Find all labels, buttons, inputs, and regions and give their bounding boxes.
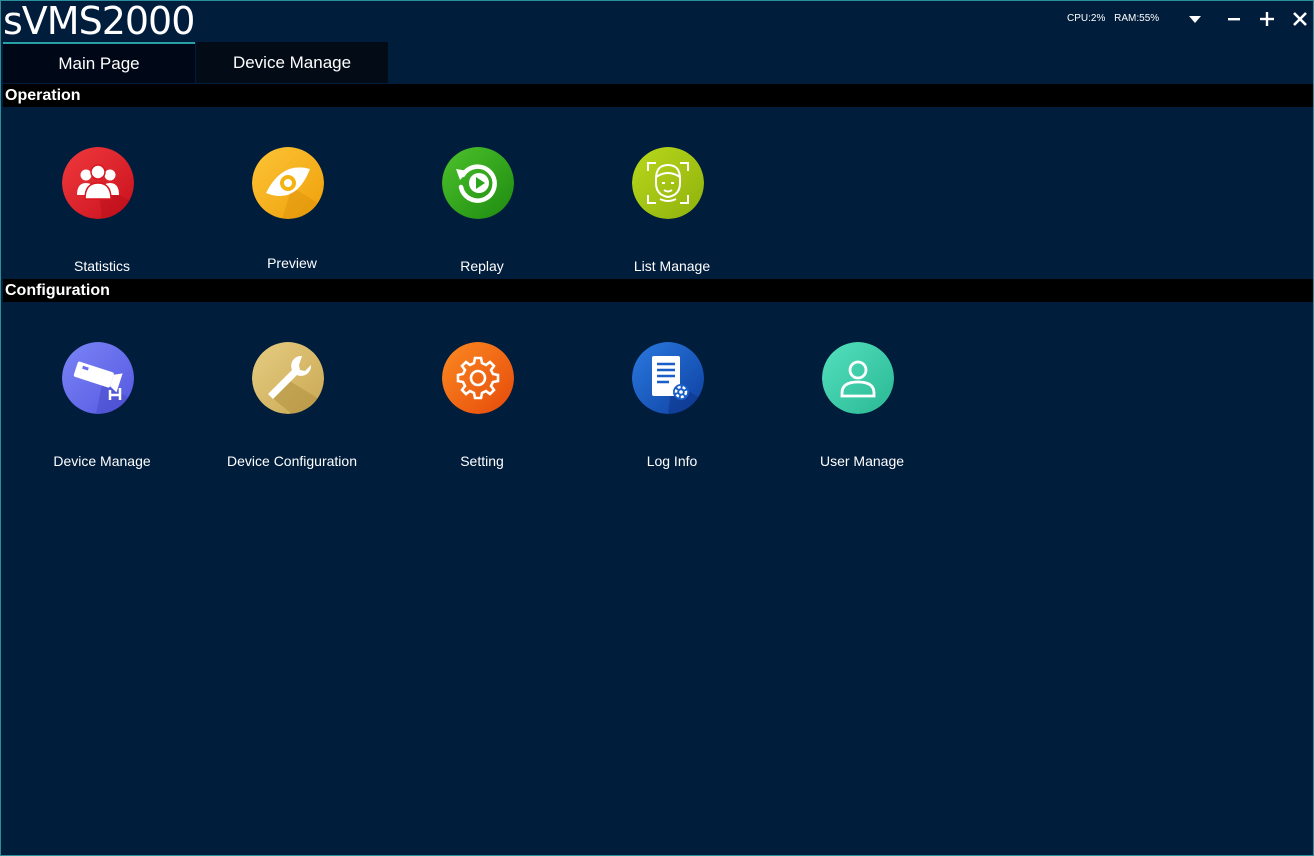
tile-label: Device Configuration — [227, 453, 357, 469]
tile-replay[interactable]: Replay — [387, 147, 567, 287]
close-button[interactable] — [1288, 7, 1312, 31]
section-header-operation: Operation — [3, 84, 1313, 107]
wrench-icon — [252, 342, 324, 414]
cpu-usage: CPU:2% — [1067, 13, 1106, 24]
replay-icon — [442, 147, 514, 219]
tab-bar: Main Page Device Manage — [3, 42, 1313, 83]
app-title: sVMS2000 — [3, 0, 195, 43]
tile-label: Device Manage — [53, 453, 151, 469]
tile-label: Log Info — [646, 453, 698, 469]
tile-setting[interactable]: Setting — [387, 342, 567, 482]
camera-icon — [62, 342, 134, 414]
user-icon — [822, 342, 894, 414]
tile-label: Statistics — [73, 258, 130, 274]
section-header-configuration: Configuration — [3, 279, 1313, 302]
face-scan-icon — [632, 147, 704, 219]
tile-label: Setting — [460, 453, 504, 469]
app-window: sVMS2000 CPU:2% RAM:55% Main Page Device… — [0, 0, 1314, 856]
title-bar: sVMS2000 CPU:2% RAM:55% — [1, 0, 1313, 43]
dropdown-arrow-icon[interactable] — [1183, 7, 1207, 31]
maximize-button[interactable] — [1255, 7, 1279, 31]
tile-label: List Manage — [633, 258, 711, 274]
tile-label: Replay — [460, 258, 504, 274]
gear-icon — [442, 342, 514, 414]
eye-icon — [252, 147, 324, 219]
ram-usage: RAM:55% — [1114, 13, 1160, 24]
document-settings-icon — [632, 342, 704, 414]
tile-preview[interactable]: Preview — [197, 147, 377, 287]
tile-statistics[interactable]: Statistics — [7, 147, 187, 287]
tile-user-manage[interactable]: User Manage — [767, 342, 947, 482]
system-usage: CPU:2% RAM:55% — [1067, 13, 1165, 24]
users-icon — [62, 147, 134, 219]
tile-log-info[interactable]: Log Info — [577, 342, 757, 482]
minimize-button[interactable] — [1222, 7, 1246, 31]
tile-device-configuration[interactable]: Device Configuration — [197, 342, 377, 482]
tile-list-manage[interactable]: List Manage — [577, 147, 757, 287]
tile-label: User Manage — [819, 453, 905, 469]
tile-device-manage[interactable]: Device Manage — [7, 342, 187, 482]
tab-main-page[interactable]: Main Page — [3, 42, 195, 83]
tab-device-manage[interactable]: Device Manage — [196, 42, 388, 83]
tile-label: Preview — [267, 255, 317, 271]
